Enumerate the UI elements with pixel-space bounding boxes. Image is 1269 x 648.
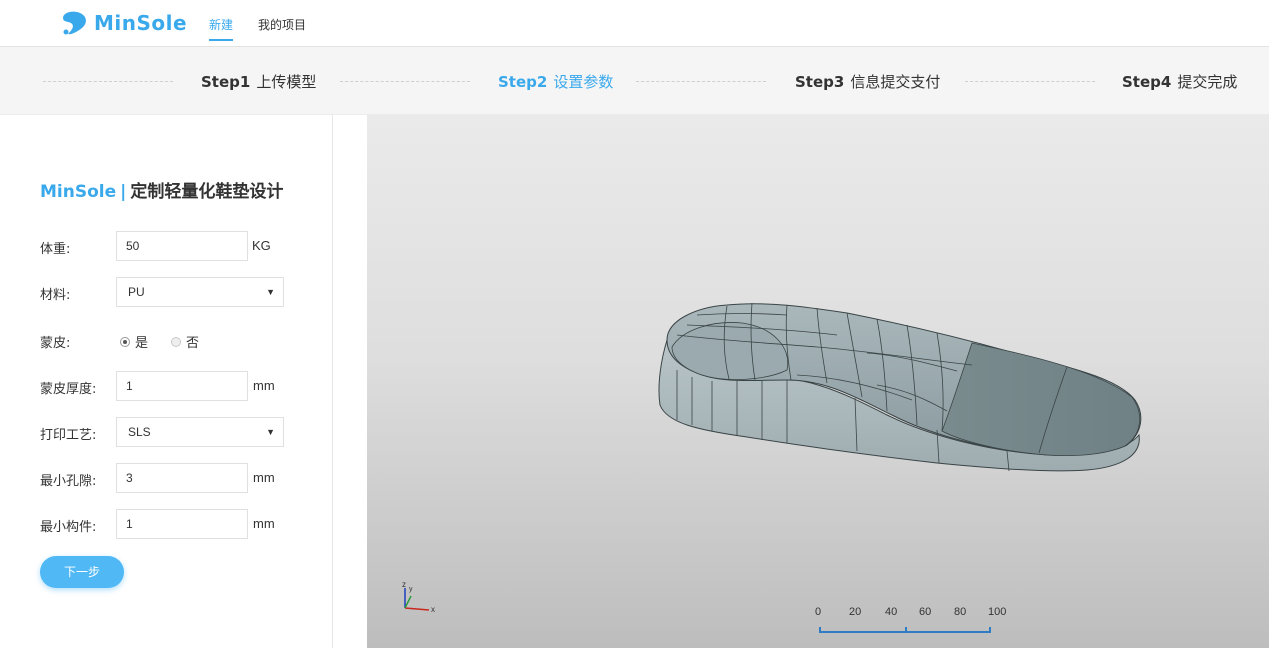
step-2-text: 设置参数 (553, 73, 614, 91)
axis-triad-icon: z y x (402, 580, 435, 614)
skin-yes-label: 是 (135, 336, 149, 351)
step-4-number: Step4 (1122, 73, 1172, 91)
scale-tick-label: 40 (885, 606, 898, 618)
step-2-number: Step2 (498, 73, 548, 91)
material-selected-value: PU (128, 285, 145, 299)
step-3: Step3 信息提交支付 (795, 71, 940, 92)
skin-thickness-label: 蒙皮厚度: (40, 382, 97, 397)
form-title: MinSole | 定制轻量化鞋垫设计 (40, 177, 283, 202)
skin-radio-no[interactable]: 否 (171, 332, 199, 351)
scale-bar: 0 20 40 60 80 100 (807, 606, 1007, 640)
process-row: 打印工艺: SLS ▼ (40, 417, 300, 447)
insole-model[interactable] (367, 115, 1269, 648)
min-member-row: 最小构件: 1 mm (40, 509, 300, 539)
scale-tick-label: 0 (815, 606, 822, 618)
axis-x-label: x (431, 605, 435, 614)
step-divider (43, 81, 173, 82)
top-nav: MinSole 新建 我的项目 (0, 0, 1269, 47)
scale-tick-label: 60 (919, 606, 932, 618)
min-pore-row: 最小孔隙: 3 mm (40, 463, 300, 493)
nav-my-projects[interactable]: 我的项目 (258, 16, 306, 33)
material-label: 材料: (40, 288, 71, 303)
min-pore-label: 最小孔隙: (40, 474, 97, 489)
scale-tick-label: 80 (954, 606, 967, 618)
step-1: Step1 上传模型 (201, 71, 316, 92)
model-viewer[interactable]: z y x 0 20 40 60 80 100 (367, 115, 1269, 648)
step-4: Step4 提交完成 (1122, 71, 1237, 92)
axis-z-label: z (402, 580, 406, 589)
process-selected-value: SLS (128, 425, 151, 439)
steps-bar: Step1 上传模型 Step2 设置参数 Step3 信息提交支付 Step4 提交完… (0, 47, 1269, 115)
scale-tick (989, 627, 991, 633)
axis-y-label: y (409, 586, 413, 593)
dropdown-arrow-icon: ▼ (266, 427, 275, 437)
skin-thickness-input[interactable]: 1 (116, 371, 248, 401)
scale-tick (819, 627, 821, 633)
skin-row: 蒙皮: 是 否 (40, 325, 300, 355)
skin-thickness-unit: mm (253, 378, 275, 393)
weight-row: 体重: 50 KG (40, 231, 300, 261)
step-1-number: Step1 (201, 73, 251, 91)
step-divider (636, 81, 766, 82)
skin-label: 蒙皮: (40, 336, 71, 351)
logo-text: MinSole (94, 11, 188, 35)
skin-no-label: 否 (186, 336, 200, 351)
weight-label: 体重: (40, 242, 71, 257)
min-pore-input[interactable]: 3 (116, 463, 248, 493)
step-3-text: 信息提交支付 (850, 73, 941, 91)
skin-radio-yes[interactable]: 是 (120, 332, 148, 351)
material-select[interactable]: PU ▼ (116, 277, 284, 307)
weight-unit: KG (252, 238, 271, 253)
scale-tick (905, 627, 907, 633)
step-3-number: Step3 (795, 73, 845, 91)
step-divider (965, 81, 1095, 82)
form-title-brand: MinSole (40, 182, 117, 202)
step-2: Step2 设置参数 (498, 71, 613, 92)
step-4-text: 提交完成 (1177, 73, 1238, 91)
min-member-unit: mm (253, 516, 275, 531)
logo-icon (63, 11, 86, 35)
skin-thickness-row: 蒙皮厚度: 1 mm (40, 371, 300, 401)
nav-active-underline (209, 39, 233, 41)
scale-tick-label: 20 (849, 606, 862, 618)
material-row: 材料: PU ▼ (40, 277, 300, 307)
radio-unchecked-icon (171, 336, 181, 347)
radio-checked-icon (120, 336, 130, 347)
nav-new[interactable]: 新建 (209, 16, 233, 33)
process-select[interactable]: SLS ▼ (116, 417, 284, 447)
min-pore-unit: mm (253, 470, 275, 485)
step-1-text: 上传模型 (256, 73, 317, 91)
parameter-panel: MinSole | 定制轻量化鞋垫设计 体重: 50 KG 材料: PU ▼ 蒙皮:… (0, 115, 333, 648)
logo[interactable]: MinSole (60, 9, 187, 37)
min-member-label: 最小构件: (40, 520, 97, 535)
dropdown-arrow-icon: ▼ (266, 287, 275, 297)
form-title-text: 定制轻量化鞋垫设计 (130, 182, 284, 202)
next-step-button[interactable]: 下一步 (40, 556, 124, 588)
scale-tick-label: 100 (988, 606, 1007, 618)
min-member-input[interactable]: 1 (116, 509, 248, 539)
weight-input[interactable]: 50 (116, 231, 248, 261)
process-label: 打印工艺: (40, 428, 97, 443)
step-divider (340, 81, 470, 82)
form-title-separator: | (120, 182, 127, 202)
